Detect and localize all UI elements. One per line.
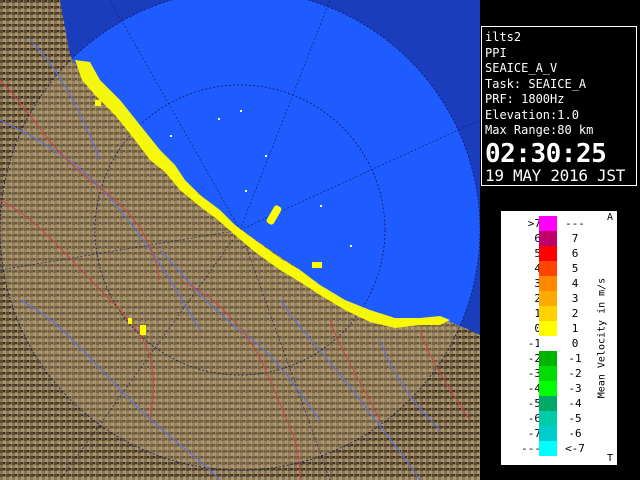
legend-color-swatch: [539, 216, 557, 231]
legend-row-lower: -1: [527, 337, 541, 350]
legend-row-lower: 2: [534, 292, 541, 305]
legend-row-upper: 1: [571, 322, 579, 335]
legend-row-upper: 3: [571, 292, 579, 305]
legend-color-swatch: [539, 381, 557, 396]
legend-row-upper: 6: [571, 247, 579, 260]
legend-corner-top: A: [606, 212, 613, 223]
legend-row-lower: 4: [534, 262, 541, 275]
legend-color-swatch: [539, 291, 557, 306]
legend-row-upper: 7: [571, 232, 579, 245]
radar-info-panel: ilts2 PPI SEAICE_A_V Task: SEAICE_A PRF:…: [481, 26, 637, 186]
legend-color-swatch: [539, 441, 557, 456]
time-display: 02:30:25: [485, 138, 607, 169]
legend-title: Mean Velocity in m/s: [587, 211, 617, 465]
legend-row-lower: 0: [534, 322, 541, 335]
legend-row-upper: -4: [568, 397, 582, 410]
legend-row-lower: 3: [534, 277, 541, 290]
legend-color-swatch: [539, 321, 557, 336]
radar-ppi-map: [0, 0, 480, 480]
max-range-value: Max Range:80 km: [485, 123, 594, 137]
prf-value: PRF: 1800Hz: [485, 92, 565, 106]
legend-row-upper: 0: [571, 337, 579, 350]
legend-color-swatch: [539, 366, 557, 381]
scan-mode: PPI: [485, 45, 507, 60]
legend-row-lower: -6: [527, 412, 541, 425]
legend-row-lower: ---: [521, 442, 541, 455]
legend-color-swatch: [539, 351, 557, 366]
legend-color-swatch: [539, 426, 557, 441]
legend-color-swatch: [539, 231, 557, 246]
legend-row-lower: 6: [534, 232, 541, 245]
legend-row-upper: 5: [571, 262, 579, 275]
legend-color-swatch: [539, 336, 557, 351]
legend-row-lower: -4: [527, 382, 541, 395]
task-name: Task: SEAICE_A: [485, 76, 587, 91]
velocity-legend: >7 --- 6 7 5 6 4 5 3 4 2 3 1 2 0 1 -1 0 -2 -1 -3 -2 -4 -3 -5 -4 -6…: [500, 210, 618, 466]
legend-row-upper: 4: [571, 277, 579, 290]
date-display: 19 MAY 2016 JST: [485, 165, 625, 185]
legend-row-upper: 2: [571, 307, 579, 320]
legend-row-upper: ---: [565, 217, 585, 230]
station-name: ilts2: [485, 30, 522, 44]
legend-row-lower: >7: [527, 217, 541, 230]
legend-row-lower: -7: [527, 427, 541, 440]
legend-row-upper: -3: [568, 382, 582, 395]
legend-color-swatch: [539, 411, 557, 426]
legend-row-upper: <-7: [565, 442, 585, 455]
legend-color-swatch: [539, 261, 557, 276]
legend-row-lower: 5: [534, 247, 541, 260]
legend-row-lower: -2: [527, 352, 541, 365]
legend-corner-bottom: T: [606, 453, 613, 464]
legend-row-upper: -1: [568, 352, 582, 365]
product-name: SEAICE_A_V: [485, 61, 558, 75]
legend-color-swatch: [539, 276, 557, 291]
legend-row-upper: -2: [568, 367, 582, 380]
legend-title-text: Mean Velocity in m/s: [596, 277, 608, 399]
legend-color-swatch: [539, 396, 557, 411]
legend-row-lower: -5: [527, 397, 541, 410]
legend-row-lower: -3: [527, 367, 541, 380]
legend-row-upper: -6: [568, 427, 582, 440]
legend-row-lower: 1: [534, 307, 541, 320]
legend-row-upper: -5: [568, 412, 582, 425]
legend-color-swatch: [539, 246, 557, 261]
elevation-value: Elevation:1.0: [485, 107, 579, 122]
legend-color-swatch: [539, 306, 557, 321]
